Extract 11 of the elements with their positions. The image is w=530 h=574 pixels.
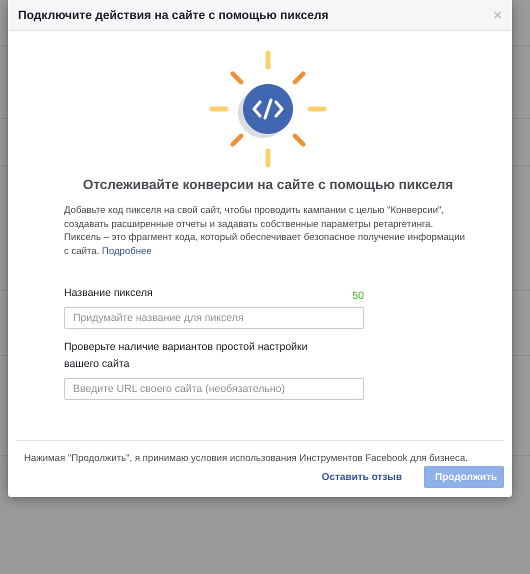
heading: Отслеживайте конверсии на сайте с помощью пикселя: [82, 177, 454, 192]
field-label: Проверьте наличие вариантов простой настройки вашего сайта: [64, 340, 308, 372]
description: Добавьте код пикселя на свой сайт, чтобы проводить кампании с целью "Конверсии", создавать расширенные отчеты и задавать собственные параметры ретаргетинга. Пиксель – это фрагмент кода, который обеспечивает безопасное получение информации с сайта. Подробнее: [64, 204, 466, 259]
character-counter: 50: [352, 290, 364, 302]
input-field[interactable]: Придумайте название для пикселя: [64, 306, 364, 329]
feedback-button[interactable]: Оставить отзыв: [312, 466, 412, 488]
learn-more-link[interactable]: Подробнее: [102, 246, 152, 258]
field-label: Название пикселя: [64, 286, 154, 301]
terms-text: Нажимая "Продолжить", я принимаю условия использования Инструментов Facebook для бизнеса.: [23, 453, 469, 464]
input-field[interactable]: Введите URL своего сайта (необязательно): [64, 378, 364, 400]
dialog-title: Подключите действия на сайте с помощью пикселя: [18, 8, 329, 22]
